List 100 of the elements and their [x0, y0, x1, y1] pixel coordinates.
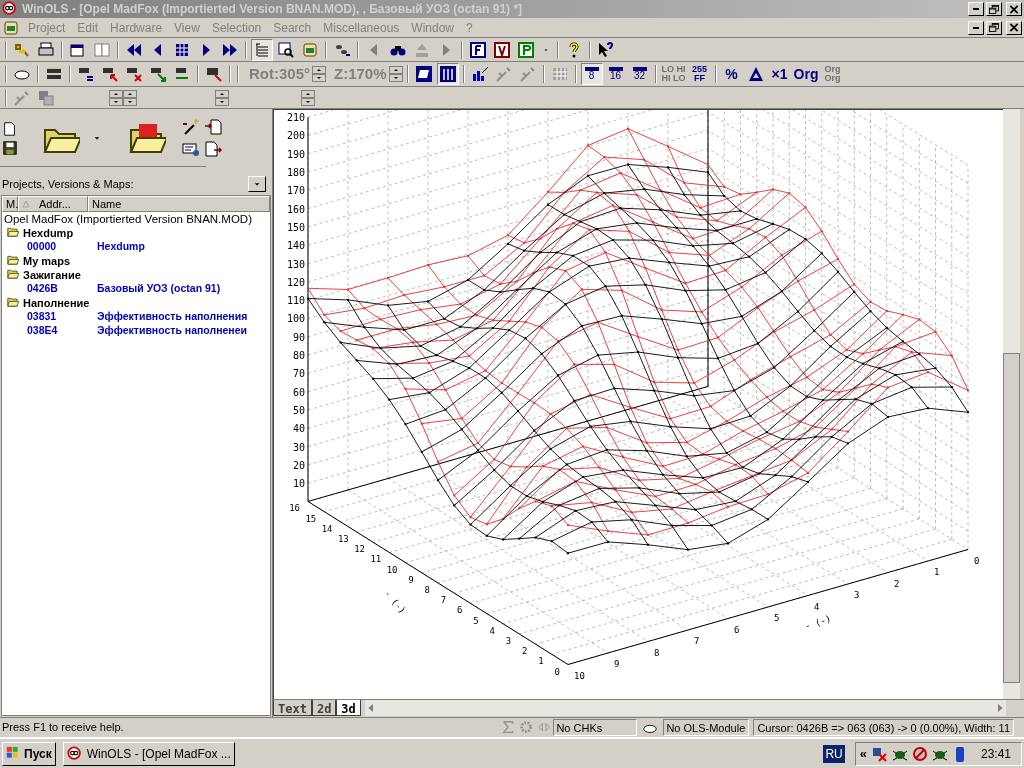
- minimize-button[interactable]: [968, 20, 984, 35]
- map-name[interactable]: Hexdump: [97, 239, 145, 255]
- spin-button[interactable]: [301, 88, 315, 107]
- print-icon[interactable]: [37, 40, 55, 59]
- format-button[interactable]: Org: [792, 63, 820, 85]
- find-icon[interactable]: [277, 40, 295, 59]
- sheet-tab[interactable]: Text: [273, 700, 312, 716]
- axis-tick-label: 1: [538, 656, 544, 667]
- axis-tick-label: 15: [305, 513, 317, 524]
- close-icon: [1009, 23, 1019, 32]
- axis-tick-label: 8: [654, 647, 660, 658]
- axis-tick-label: 2: [894, 578, 900, 589]
- scroll-icon[interactable]: [301, 40, 319, 59]
- windows-logo-icon: [6, 746, 21, 761]
- vertical-scrollbar[interactable]: [1003, 109, 1020, 699]
- axis-tick-label: 180: [286, 167, 305, 179]
- project-name[interactable]: Opel MadFox (Importierted Version BNAN.MOD): [2, 212, 270, 226]
- new-document-icon[interactable]: [2, 119, 18, 138]
- export-document-icon[interactable]: [204, 139, 222, 158]
- folder-label[interactable]: Hexdump: [23, 224, 74, 242]
- horizontal-scrollbar[interactable]: [364, 700, 1006, 716]
- start-button[interactable]: Пуск: [2, 741, 56, 766]
- axis-tick-label: 16: [289, 503, 300, 514]
- spin-button[interactable]: [109, 88, 123, 107]
- column-header[interactable]: M.: [2, 196, 18, 212]
- tree-view-toggle[interactable]: [251, 38, 273, 61]
- f-box-icon[interactable]: [469, 40, 487, 59]
- axis-tick-label: 110: [286, 295, 305, 307]
- rotation-label: Rot:305°: [249, 63, 310, 84]
- axis-tick-label: 12: [354, 544, 365, 555]
- folder-icon: [6, 254, 22, 268]
- chip-cross-icon[interactable]: [125, 65, 143, 83]
- compare-windows-icon[interactable]: [93, 40, 111, 59]
- restore-button[interactable]: [986, 2, 1002, 16]
- sheet-tab[interactable]: 3d: [336, 700, 361, 716]
- module-status: No OLS-Module: [663, 719, 750, 736]
- restore-icon: [989, 4, 999, 14]
- column-header[interactable]: Addr...: [18, 196, 88, 212]
- language-indicator[interactable]: RU: [823, 744, 845, 763]
- folder-label[interactable]: Наполнение: [23, 294, 90, 312]
- map-address[interactable]: 03831: [27, 309, 97, 325]
- axis-title: - (-): [803, 613, 833, 632]
- word-size-button[interactable]: 32: [628, 63, 651, 85]
- sheet-tab[interactable]: 2d: [311, 700, 337, 716]
- axis-title: - (-): [382, 588, 408, 616]
- dropdown-button[interactable]: [248, 176, 266, 192]
- folder-icon: [6, 268, 22, 282]
- context-help-icon[interactable]: [597, 40, 615, 59]
- minimize-button[interactable]: [968, 2, 984, 16]
- spin-button[interactable]: [215, 88, 229, 107]
- axis-tick-label: 130: [286, 258, 305, 270]
- restore-button[interactable]: [986, 20, 1002, 35]
- column-header[interactable]: Name: [88, 196, 270, 212]
- folder-icon: [6, 226, 22, 240]
- blocked-icon[interactable]: [910, 744, 929, 763]
- chip-equal-icon[interactable]: [77, 65, 95, 83]
- bars-toggle[interactable]: [436, 63, 459, 85]
- axis-tick-label: 60: [292, 386, 305, 398]
- import-document-icon[interactable]: [204, 117, 222, 136]
- axis-tick-label: 0: [974, 555, 980, 566]
- spin-button[interactable]: [123, 88, 137, 107]
- format-button[interactable]: 255 FF: [688, 63, 711, 85]
- axis-tick-label: 10: [386, 564, 398, 575]
- windows-icon[interactable]: [37, 88, 55, 107]
- map-address[interactable]: 0426B: [27, 281, 97, 297]
- axis-tick-label: 190: [286, 148, 305, 160]
- clock: 23:41: [980, 745, 1011, 763]
- word-size-button[interactable]: 16: [604, 63, 627, 85]
- map-address[interactable]: 00000: [27, 239, 97, 255]
- wand-icon[interactable]: [182, 117, 200, 136]
- save-icon[interactable]: [2, 139, 18, 156]
- v-box-icon[interactable]: [493, 40, 511, 59]
- spin-button[interactable]: [388, 65, 403, 83]
- axis-tick-label: 0: [554, 666, 560, 677]
- map-name[interactable]: Базовый УОЗ (octan 91): [97, 281, 221, 297]
- axis-tick-label: 8: [424, 585, 430, 595]
- format-button[interactable]: ×1: [768, 63, 791, 85]
- expand-tray-button[interactable]: «: [859, 743, 867, 764]
- axis-tick-label: 100: [286, 313, 305, 325]
- axis-tick-label: 11: [370, 554, 382, 565]
- format-button[interactable]: %: [720, 63, 743, 85]
- word-size-button[interactable]: 8: [580, 63, 603, 85]
- taskbar-button[interactable]: WinOLS - [Opel MadFox ...: [62, 741, 235, 766]
- close-button[interactable]: [1006, 20, 1022, 35]
- map-address[interactable]: 038E4: [27, 323, 97, 339]
- p-box-icon[interactable]: [517, 40, 535, 59]
- document-menu-icon[interactable]: [2, 18, 20, 37]
- bars-icon: [438, 65, 457, 83]
- perspective-icon[interactable]: [414, 65, 433, 83]
- delta-icon[interactable]: [746, 65, 765, 83]
- spin-button[interactable]: [312, 65, 326, 83]
- chip-arrow-icon[interactable]: [205, 65, 223, 83]
- chip-arrow-icon[interactable]: [149, 65, 167, 83]
- axis-tick-label: 170: [286, 185, 305, 197]
- map-name[interactable]: Эффективность наполнения: [97, 309, 248, 325]
- close-button[interactable]: [1006, 2, 1022, 16]
- map-name[interactable]: Эффективность наполненеи: [97, 323, 247, 339]
- chip-arrow-icon[interactable]: [101, 65, 119, 83]
- chart-wand-icon[interactable]: [470, 65, 489, 83]
- axis-tick-label: 50: [292, 404, 305, 416]
